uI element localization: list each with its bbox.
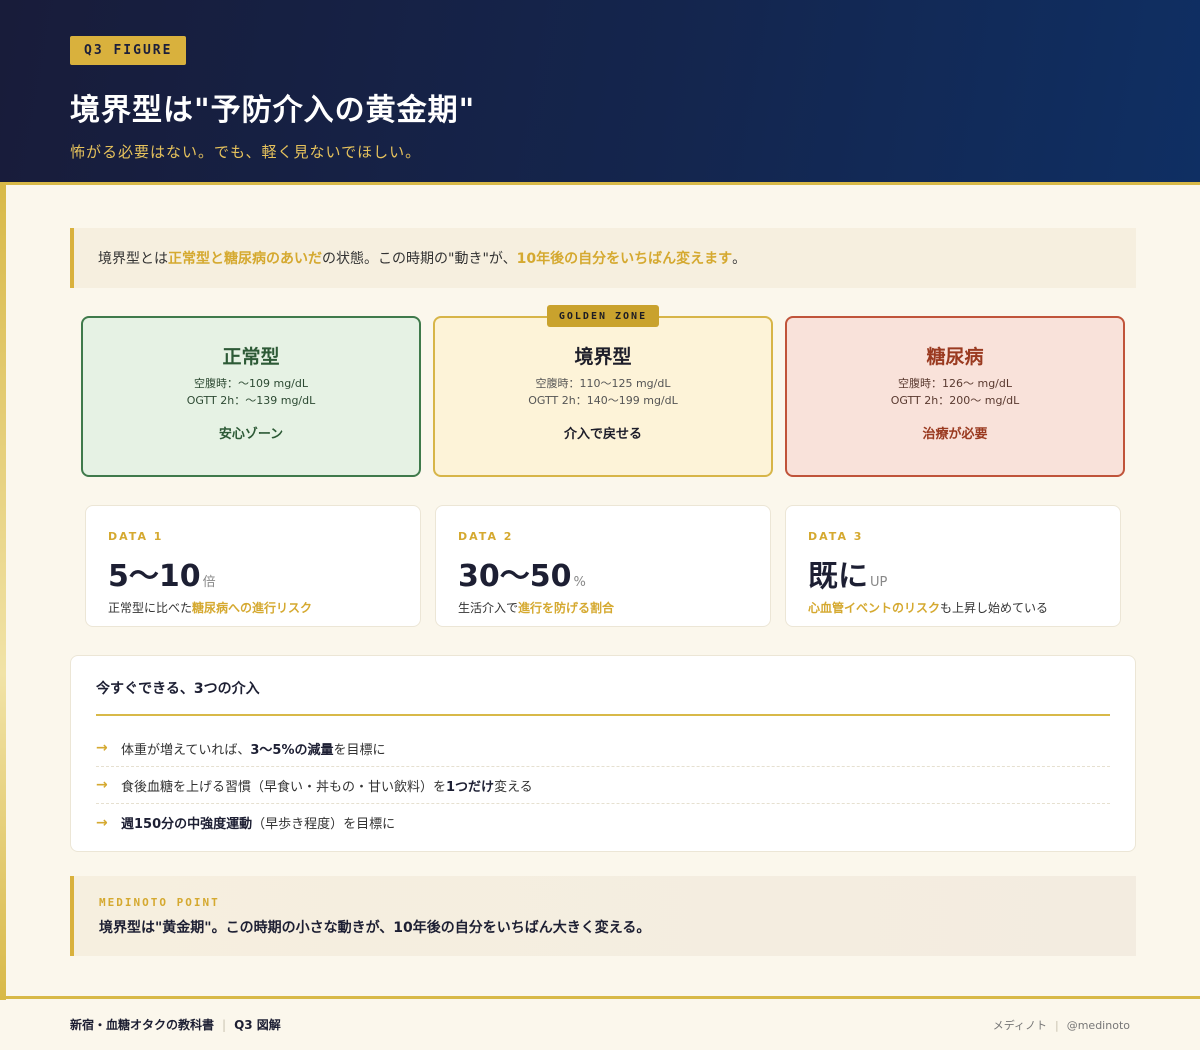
desc-pre: 正常型に比べた [108, 601, 193, 615]
zone-ogtt: OGTT 2h：140〜199 mg/dL [528, 394, 678, 407]
item-post: を目標に [333, 742, 386, 758]
list-item: → 週150分の中強度運動（早歩き程度）を目標に [96, 804, 1110, 841]
zone-fasting: 空腹時：110〜125 mg/dL [535, 377, 671, 390]
footer-separator: | [222, 1018, 227, 1032]
data-value-row: 30〜50% [458, 551, 748, 595]
zone-card-borderline: 境界型 空腹時：110〜125 mg/dL OGTT 2h：140〜199 mg… [433, 316, 773, 477]
data-value: 5〜10 [108, 559, 201, 594]
intro-callout: 境界型とは正常型と糖尿病のあいだの状態。この時期の"動き"が、10年後の自分をい… [70, 228, 1136, 288]
zone-criteria: 空腹時：110〜125 mg/dL OGTT 2h：140〜199 mg/dL [435, 375, 771, 409]
data-label: DATA 2 [458, 530, 514, 543]
footer-left: 新宿・血糖オタクの教科書 | Q3 図解 [70, 1016, 281, 1033]
item-bold: 3〜5%の減量 [250, 742, 334, 758]
data-card-1: DATA 1 5〜10 倍 正常型に比べた糖尿病への進行リスク [85, 505, 421, 627]
data-desc: 心血管イベントのリスクも上昇し始めている [808, 599, 1098, 616]
zone-card-normal: 正常型 空腹時：〜109 mg/dL OGTT 2h：〜139 mg/dL 安心… [81, 316, 421, 477]
point-label: MEDINOTO POINT [99, 896, 220, 909]
data-label: DATA 3 [808, 530, 864, 543]
zone-name: 正常型 [222, 346, 280, 368]
zone-criteria: 空腹時：126〜 mg/dL OGTT 2h：200〜 mg/dL [787, 375, 1123, 409]
page-title: 境界型は"予防介入の黄金期" [70, 93, 476, 128]
data-card-2: DATA 2 30〜50% 生活介入で進行を防げる割合 [435, 505, 771, 627]
item-bold: 1つだけ [446, 779, 495, 795]
item-text: 食後血糖を上げる習慣（早食い・丼もの・甘い飲料）を1つだけ変える [121, 776, 533, 795]
item-text: 体重が増えていれば、3〜5%の減量を目標に [121, 739, 386, 758]
arrow-right-icon: → [96, 777, 108, 793]
desc-highlight: 糖尿病への進行リスク [192, 601, 313, 615]
point-callout: MEDINOTO POINT 境界型は"黄金期"。この時期の小さな動きが、10年… [70, 876, 1136, 956]
zone-name: 境界型 [574, 346, 632, 368]
zone-note: 介入で戻せる [563, 427, 642, 442]
intro-highlight1: 正常型と糖尿病のあいだ [168, 251, 322, 267]
desc-pre: 生活介入で [458, 601, 519, 615]
zone-note: 治療が必要 [922, 427, 988, 442]
header: Q3 FIGURE 境界型は"予防介入の黄金期" 怖がる必要はない。でも、軽く見… [0, 0, 1200, 185]
footer-right: メディノト | @medinoto [993, 1017, 1130, 1033]
zone-ogtt: OGTT 2h：〜139 mg/dL [186, 394, 316, 407]
data-value-row: 5〜10 倍 [108, 551, 398, 595]
data-desc: 正常型に比べた糖尿病への進行リスク [108, 599, 398, 616]
data-unit: 倍 [202, 575, 216, 590]
list-item: → 体重が増えていれば、3〜5%の減量を目標に [96, 730, 1110, 767]
intervention-heading: 今すぐできる、3つの介入 [96, 678, 1110, 716]
item-post: （早歩き程度）を目標に [252, 817, 396, 832]
desc-highlight: 心血管イベントのリスク [808, 601, 941, 615]
intro-part2: の状態。この時期の"動き"が、 [322, 251, 517, 267]
desc-post: も上昇し始めている [940, 601, 1049, 615]
data-value-row: 既に UP [808, 551, 1098, 595]
zone-ogtt: OGTT 2h：200〜 mg/dL [890, 394, 1020, 407]
data-value: 既に [808, 559, 868, 594]
zone-name: 糖尿病 [926, 346, 984, 368]
item-pre: 体重が増えていれば、 [121, 742, 251, 758]
data-unit: % [573, 575, 586, 590]
zone-cards: 正常型 空腹時：〜109 mg/dL OGTT 2h：〜139 mg/dL 安心… [81, 305, 1125, 477]
data-cards: DATA 1 5〜10 倍 正常型に比べた糖尿病への進行リスク DATA 2 30… [85, 505, 1122, 627]
zone-fasting: 空腹時：126〜 mg/dL [897, 377, 1012, 390]
left-accent-bar [0, 185, 6, 1000]
footer-figure-label: Q3 図解 [234, 1018, 281, 1032]
arrow-right-icon: → [96, 740, 108, 756]
footer-handle: @medinoto [1066, 1018, 1130, 1032]
zone-fasting: 空腹時：〜109 mg/dL [193, 377, 308, 390]
intro-highlight2: 10年後の自分をいちばん変えます [516, 251, 733, 267]
item-text: 週150分の中強度運動（早歩き程度）を目標に [121, 813, 395, 832]
intervention-list: → 体重が増えていれば、3〜5%の減量を目標に → 食後血糖を上げる習慣（早食い… [96, 730, 1110, 841]
footer-brand: メディノト [992, 1018, 1047, 1032]
data-desc: 生活介入で進行を防げる割合 [458, 599, 748, 616]
page-subtitle: 怖がる必要はない。でも、軽く見ないでほしい。 [70, 143, 422, 161]
zone-criteria: 空腹時：〜109 mg/dL OGTT 2h：〜139 mg/dL [83, 375, 419, 409]
golden-zone-tag: GOLDEN ZONE [547, 305, 659, 327]
zone-card-diabetes: 糖尿病 空腹時：126〜 mg/dL OGTT 2h：200〜 mg/dL 治療… [785, 316, 1125, 477]
item-post: 変える [494, 779, 533, 795]
item-bold: 週150分の中強度運動 [121, 817, 253, 832]
data-value: 30〜50 [458, 559, 572, 594]
item-pre: 食後血糖を上げる習慣（早食い・丼もの・甘い飲料）を [121, 779, 447, 795]
intro-part3: 。 [732, 251, 747, 267]
data-unit: UP [870, 575, 888, 590]
footer-separator: | [1055, 1018, 1059, 1032]
footer-series: 新宿・血糖オタクの教科書 [70, 1018, 215, 1032]
data-card-3: DATA 3 既に UP 心血管イベントのリスクも上昇し始めている [785, 505, 1121, 627]
intervention-panel: 今すぐできる、3つの介入 → 体重が増えていれば、3〜5%の減量を目標に → 食… [70, 655, 1136, 852]
footer: 新宿・血糖オタクの教科書 | Q3 図解 メディノト | @medinoto [0, 996, 1200, 1050]
desc-highlight: 進行を防げる割合 [518, 601, 615, 615]
arrow-right-icon: → [96, 814, 108, 831]
intro-text: 境界型とは正常型と糖尿病のあいだの状態。この時期の"動き"が、10年後の自分をい… [98, 248, 746, 268]
point-text: 境界型は"黄金期"。この時期の小さな動きが、10年後の自分をいちばん大きく変える… [99, 920, 651, 936]
zone-note: 安心ゾーン [218, 427, 284, 442]
intro-part1: 境界型とは [98, 251, 168, 267]
data-label: DATA 1 [108, 530, 164, 543]
figure-badge: Q3 FIGURE [70, 36, 187, 65]
list-item: → 食後血糖を上げる習慣（早食い・丼もの・甘い飲料）を1つだけ変える [96, 767, 1110, 804]
